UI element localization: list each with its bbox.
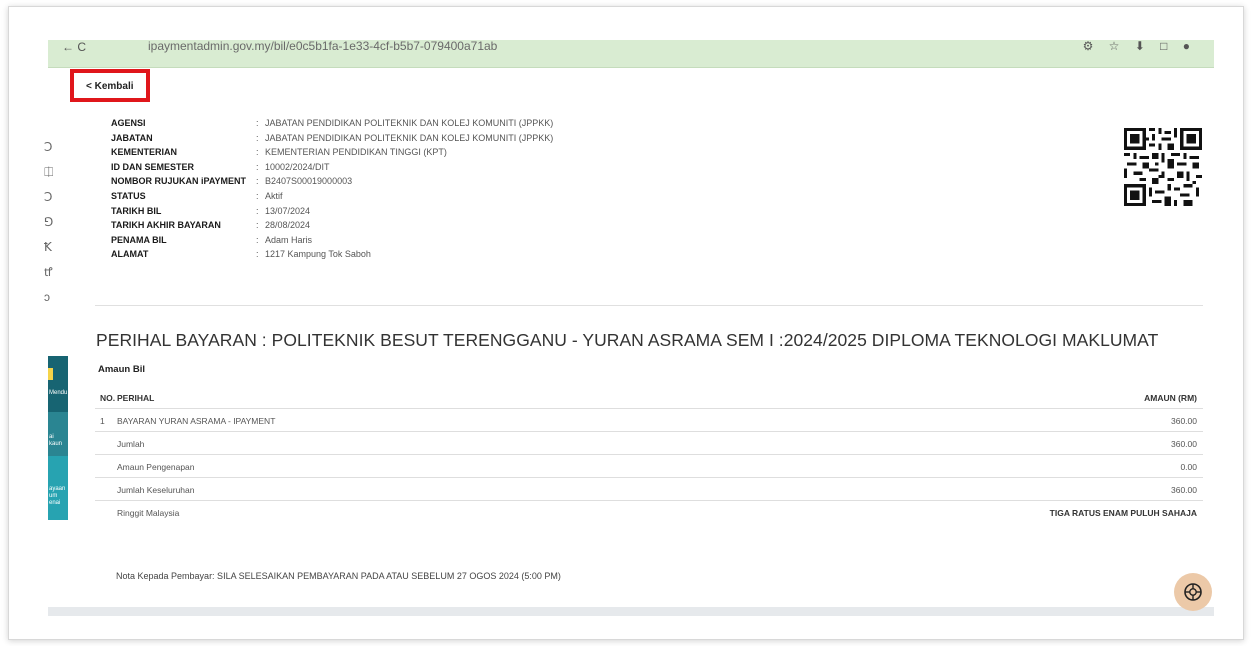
info-label: KEMENTERIAN bbox=[111, 147, 178, 158]
cell-amaun: 0.00 bbox=[1180, 462, 1197, 472]
info-value: JABATAN PENDIDIKAN POLITEKNIK DAN KOLEJ … bbox=[265, 132, 554, 143]
sidebar-panel-block[interactable]: ai kaun bbox=[48, 412, 68, 456]
info-value: 13/07/2024 bbox=[265, 205, 311, 216]
chevron-left-icon: < bbox=[86, 81, 92, 92]
column-header-no: NO. bbox=[100, 393, 116, 403]
cell-amaun: 360.00 bbox=[1171, 439, 1197, 449]
cell-no: 1 bbox=[100, 416, 105, 426]
info-label: ID DAN SEMESTER bbox=[111, 161, 195, 172]
info-value: JABATAN PENDIDIKAN POLITEKNIK DAN KOLEJ … bbox=[265, 118, 554, 128]
qr-code bbox=[1124, 128, 1202, 206]
cell-perihal: Jumlah bbox=[117, 439, 145, 449]
cell-perihal: BAYARAN YURAN ASRAMA - IPAYMENT bbox=[117, 416, 276, 426]
cell-amaun: 360.00 bbox=[1171, 485, 1197, 495]
section-divider bbox=[95, 305, 1203, 306]
browser-toolbar: ← C ipaymentadmin.gov.my/bil/e0c5b1fa-1e… bbox=[48, 40, 1214, 68]
sidebar-panel-label: ai kaun bbox=[49, 434, 63, 447]
page-footer-bar bbox=[48, 607, 1214, 616]
sidebar-panel-block[interactable]: Mendu bbox=[48, 356, 68, 412]
info-label: STATUS bbox=[111, 190, 146, 201]
info-label: NOMBOR RUJUKAN iPAYMENT bbox=[111, 176, 247, 187]
table-row: Amaun Pengenapan 0.00 bbox=[95, 455, 1203, 478]
info-value: 10002/2024/DIT bbox=[265, 161, 330, 172]
info-label: PENAMA BIL bbox=[111, 234, 167, 245]
sidebar-icons: Ↄ ⎅ Ↄ ⅁ Ꝁ ꝷ ↄ bbox=[44, 140, 60, 315]
sidebar-icon[interactable]: Ↄ bbox=[44, 190, 60, 215]
cell-perihal: Ringgit Malaysia bbox=[117, 508, 180, 518]
payment-description-title: PERIHAL BAYARAN : POLITEKNIK BESUT TEREN… bbox=[96, 330, 1159, 350]
sidebar-icon[interactable]: ꝷ bbox=[44, 265, 60, 290]
info-label: AGENSI bbox=[111, 118, 146, 128]
screenshot-frame bbox=[8, 6, 1244, 640]
sidebar-panel-label: ayaan um enai bbox=[49, 486, 66, 506]
info-value: B2407S00019000003 bbox=[265, 176, 353, 187]
payer-note: Nota Kepada Pembayar: SILA SELESAIKAN PE… bbox=[116, 571, 561, 581]
sidebar-icon[interactable]: Ↄ bbox=[44, 140, 60, 165]
table-row: Ringgit Malaysia TIGA RATUS ENAM PULUH S… bbox=[95, 501, 1203, 524]
info-value: 28/08/2024 bbox=[265, 220, 311, 231]
sidebar-panel: Mendu ai kaun ayaan um enai bbox=[48, 356, 68, 520]
browser-actions[interactable]: ⚙ ☆ ⬇ □ ● bbox=[1083, 40, 1196, 53]
table-header-row: NO. PERIHAL AMAUN (RM) bbox=[95, 386, 1203, 409]
cell-perihal: Jumlah Keseluruhan bbox=[117, 485, 195, 495]
sidebar-icon[interactable]: ↄ bbox=[44, 290, 60, 315]
info-label: JABATAN bbox=[111, 132, 153, 143]
info-value: Adam Haris bbox=[265, 234, 313, 245]
sidebar-icon[interactable]: ⎅ bbox=[44, 165, 60, 190]
table-row: Jumlah 360.00 bbox=[95, 432, 1203, 455]
back-highlight-box: < Kembali bbox=[70, 69, 150, 102]
cell-amaun-words: TIGA RATUS ENAM PULUH SAHAJA bbox=[1049, 508, 1197, 518]
sidebar-panel-block[interactable]: ayaan um enai bbox=[48, 456, 68, 520]
sidebar-icon[interactable]: Ꝁ bbox=[44, 240, 60, 265]
table-row: Jumlah Keseluruhan 360.00 bbox=[95, 478, 1203, 501]
bill-amount-table: NO. PERIHAL AMAUN (RM) 1 BAYARAN YURAN A… bbox=[95, 386, 1203, 524]
column-header-amaun: AMAUN (RM) bbox=[1144, 393, 1197, 403]
info-value: 1217 Kampung Tok Saboh bbox=[265, 249, 371, 260]
accessibility-button[interactable] bbox=[1174, 573, 1212, 611]
table-row: 1 BAYARAN YURAN ASRAMA - IPAYMENT 360.00 bbox=[95, 409, 1203, 432]
back-button[interactable]: < Kembali bbox=[86, 81, 134, 92]
cell-amaun: 360.00 bbox=[1171, 416, 1197, 426]
info-label: TARIKH AKHIR BAYARAN bbox=[111, 220, 221, 231]
info-label: TARIKH BIL bbox=[111, 205, 162, 216]
back-label: Kembali bbox=[94, 81, 134, 92]
bill-amount-heading: Amaun Bil bbox=[98, 364, 145, 375]
accessibility-icon bbox=[1184, 583, 1202, 601]
sidebar-marker bbox=[48, 368, 53, 380]
sidebar-icon[interactable]: ⅁ bbox=[44, 215, 60, 240]
address-bar[interactable]: ipaymentadmin.gov.my/bil/e0c5b1fa-1e33-4… bbox=[148, 40, 497, 53]
info-label: ALAMAT bbox=[111, 249, 149, 260]
column-header-perihal: PERIHAL bbox=[117, 393, 155, 403]
browser-nav-buttons[interactable]: ← C bbox=[62, 40, 86, 54]
cell-perihal: Amaun Pengenapan bbox=[117, 462, 195, 472]
info-value: KEMENTERIAN PENDIDIKAN TINGGI (KPT) bbox=[265, 147, 447, 158]
sidebar-panel-label: Mendu bbox=[49, 390, 68, 396]
info-value: Aktif bbox=[265, 190, 283, 201]
